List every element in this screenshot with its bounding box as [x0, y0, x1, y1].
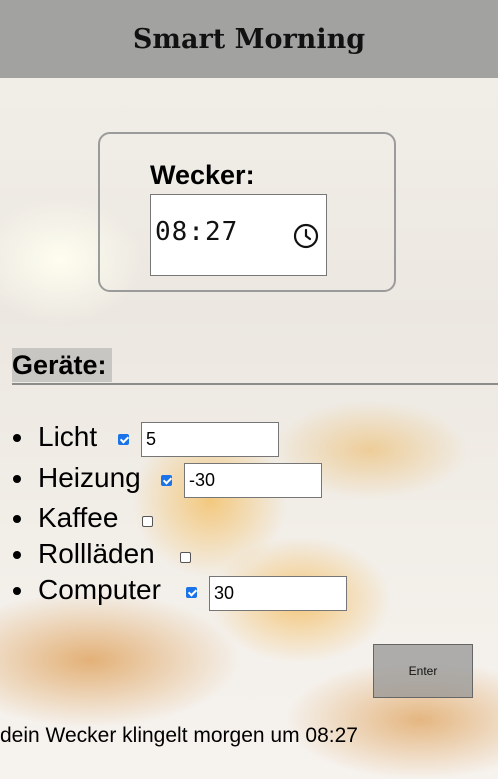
bullet	[13, 475, 21, 483]
bullet	[13, 434, 21, 442]
devices-divider	[12, 383, 498, 385]
clock-icon[interactable]	[292, 222, 320, 250]
device-item-kaffee: Kaffee	[0, 501, 498, 537]
enter-button[interactable]: Enter	[373, 644, 473, 698]
bullet	[13, 587, 21, 595]
heizung-checkbox[interactable]	[161, 475, 172, 486]
rolllaeden-checkbox[interactable]	[180, 552, 191, 563]
app-header: Smart Morning	[0, 0, 498, 78]
alarm-status-text: dein Wecker klingelt morgen um 08:27	[0, 724, 358, 747]
kaffee-checkbox[interactable]	[142, 516, 153, 527]
device-name: Licht	[38, 421, 98, 452]
device-name: Rollläden	[38, 538, 155, 569]
computer-value-input[interactable]: 30	[209, 576, 347, 611]
device-name: Kaffee	[38, 502, 119, 533]
licht-checkbox[interactable]	[118, 434, 129, 445]
bullet	[13, 515, 21, 523]
alarm-label: Wecker:	[150, 160, 255, 190]
heizung-value-input[interactable]: -30	[184, 463, 322, 498]
device-item-computer: Computer 30	[0, 573, 498, 611]
alarm-time-input[interactable]: 08:27	[150, 194, 327, 276]
device-name: Heizung	[38, 462, 141, 493]
device-item-heizung: Heizung -30	[0, 461, 498, 498]
alarm-time-value[interactable]: 08:27	[155, 217, 238, 247]
device-name: Computer	[38, 574, 161, 605]
device-item-rolllaeden: Rollläden	[0, 537, 498, 573]
computer-checkbox[interactable]	[186, 587, 197, 598]
licht-value-input[interactable]: 5	[141, 422, 279, 457]
page-title: Smart Morning	[132, 23, 366, 55]
device-item-licht: Licht 5	[0, 420, 498, 457]
devices-heading: Geräte:	[12, 348, 112, 382]
bullet	[13, 551, 21, 559]
